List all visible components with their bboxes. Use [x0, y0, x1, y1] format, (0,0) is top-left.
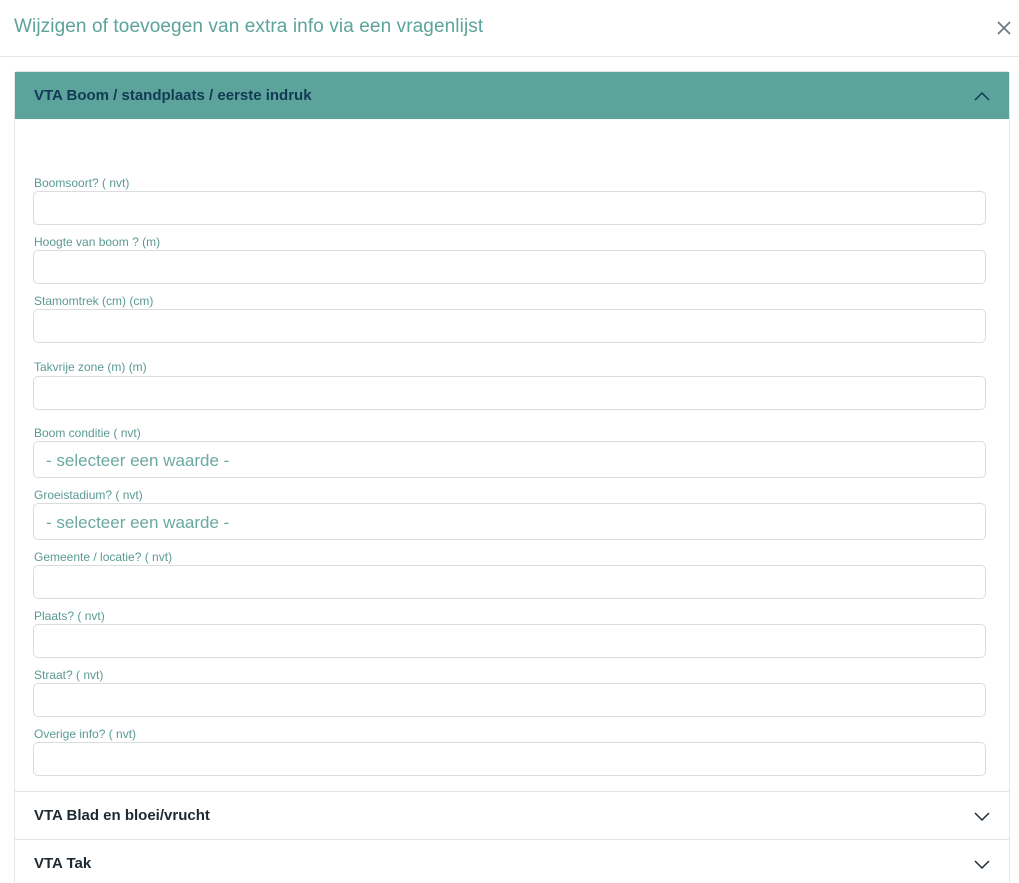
- modal-title: Wijzigen of toevoegen van extra info via…: [14, 16, 484, 37]
- boomsoort-label: Boomsoort? ( nvt): [34, 176, 130, 190]
- overige-info-label: Overige info? ( nvt): [34, 727, 137, 741]
- stamomtrek-label: Stamomtrek (cm) (cm): [34, 294, 154, 308]
- groeistadium-select[interactable]: - selecteer een waarde -: [33, 503, 986, 540]
- hoogte-input[interactable]: [33, 250, 986, 284]
- boomsoort-input[interactable]: [33, 191, 986, 225]
- plaats-label: Plaats? ( nvt): [34, 609, 105, 623]
- section-title: VTA Blad en bloei/vrucht: [34, 807, 210, 824]
- section-header-vta-tak[interactable]: VTA Tak: [15, 839, 1009, 883]
- groeistadium-label: Groeistadium? ( nvt): [34, 488, 143, 502]
- plaats-input[interactable]: [33, 624, 986, 658]
- questionnaire-accordion: VTA Boom / standplaats / eerste indruk B…: [14, 71, 1010, 883]
- boom-conditie-label: Boom conditie ( nvt): [34, 426, 141, 440]
- boom-conditie-value: - selecteer een waarde -: [46, 451, 230, 470]
- section-header-vta-boom[interactable]: VTA Boom / standplaats / eerste indruk: [15, 72, 1009, 119]
- section-title: VTA Boom / standplaats / eerste indruk: [34, 87, 312, 104]
- chevron-down-icon: [974, 812, 990, 822]
- close-button[interactable]: [993, 17, 1015, 39]
- straat-label: Straat? ( nvt): [34, 668, 104, 682]
- chevron-up-icon: [974, 91, 990, 101]
- straat-input[interactable]: [33, 683, 986, 717]
- hoogte-label: Hoogte van boom ? (m): [34, 235, 161, 249]
- modal-header: Wijzigen of toevoegen van extra info via…: [0, 0, 1019, 57]
- overige-info-input[interactable]: [33, 742, 986, 776]
- groeistadium-value: - selecteer een waarde -: [46, 513, 230, 532]
- gemeente-input[interactable]: [33, 565, 986, 599]
- boom-conditie-select[interactable]: - selecteer een waarde -: [33, 441, 986, 478]
- section-header-vta-blad[interactable]: VTA Blad en bloei/vrucht: [15, 791, 1009, 838]
- section-body-vta-boom: Boomsoort? ( nvt) Hoogte van boom ? (m) …: [15, 119, 1009, 791]
- takvrije-zone-label: Takvrije zone (m) (m): [34, 360, 147, 374]
- close-icon: [997, 21, 1011, 35]
- takvrije-zone-input[interactable]: [33, 376, 986, 410]
- gemeente-label: Gemeente / locatie? ( nvt): [34, 550, 173, 564]
- section-title: VTA Tak: [34, 855, 92, 872]
- stamomtrek-input[interactable]: [33, 309, 986, 343]
- chevron-down-icon: [974, 860, 990, 870]
